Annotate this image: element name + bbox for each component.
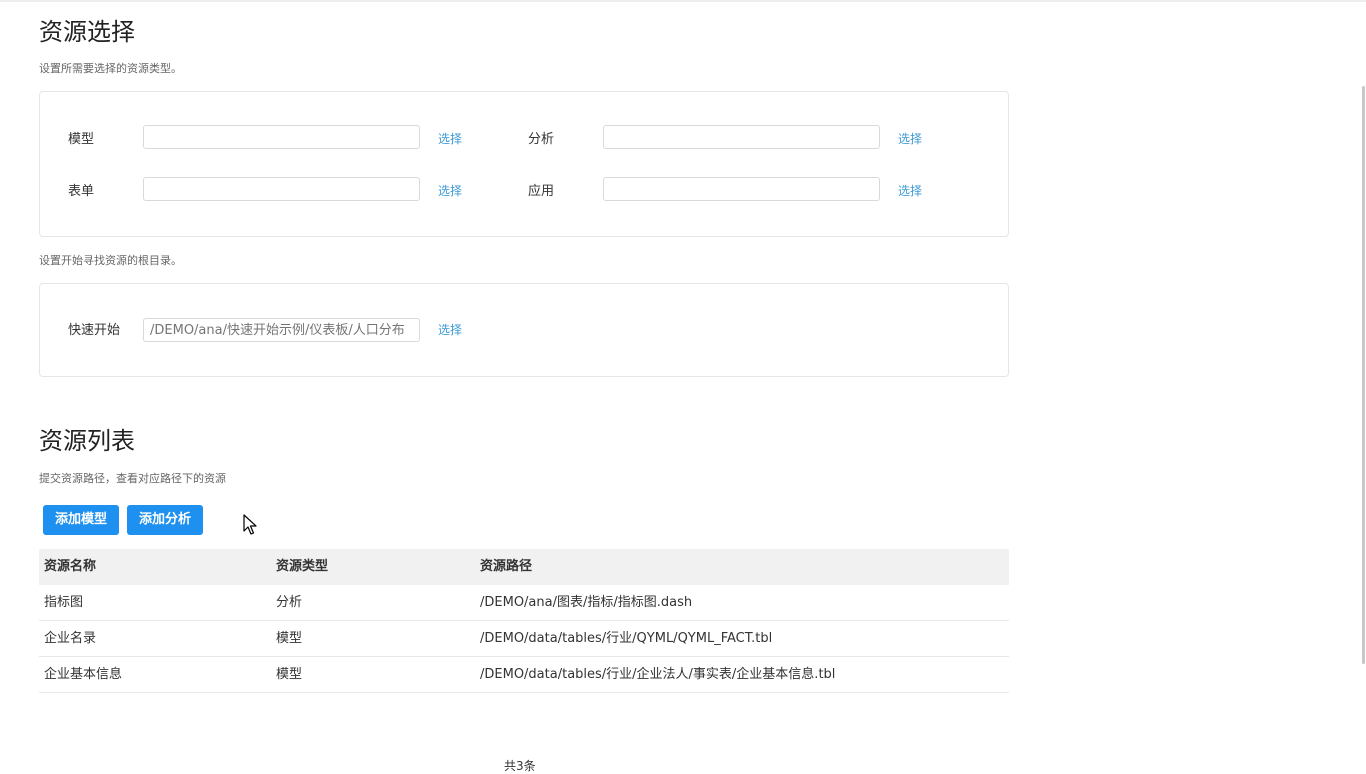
analysis-input[interactable] bbox=[603, 125, 880, 149]
cell-resource-name: 企业名录 bbox=[44, 631, 97, 646]
quickstart-select-link[interactable]: 选择 bbox=[438, 322, 462, 338]
analysis-select-link[interactable]: 选择 bbox=[898, 131, 922, 147]
form-input[interactable] bbox=[143, 177, 420, 201]
resource-list-desc: 提交资源路径，查看对应路径下的资源 bbox=[39, 472, 226, 485]
mouse-pointer-icon bbox=[243, 514, 257, 535]
root-dir-desc: 设置开始寻找资源的根目录。 bbox=[39, 254, 182, 267]
quickstart-label: 快速开始 bbox=[68, 323, 121, 338]
model-label: 模型 bbox=[68, 132, 95, 147]
analysis-label: 分析 bbox=[528, 132, 555, 147]
add-model-button[interactable]: 添加模型 bbox=[43, 505, 119, 535]
form-select-link[interactable]: 选择 bbox=[438, 183, 462, 199]
cell-resource-path: /DEMO/data/tables/行业/企业法人/事实表/企业基本信息.tbl bbox=[480, 667, 836, 682]
cell-resource-path: /DEMO/ana/图表/指标/指标图.dash bbox=[480, 595, 693, 610]
quickstart-input[interactable] bbox=[143, 318, 420, 342]
table-row[interactable]: 企业基本信息 模型 /DEMO/data/tables/行业/企业法人/事实表/… bbox=[39, 657, 1009, 693]
pagination-total: 共3条 bbox=[504, 759, 536, 773]
resource-select-desc: 设置所需要选择的资源类型。 bbox=[39, 62, 182, 75]
column-header-path[interactable]: 资源路径 bbox=[480, 549, 532, 585]
app-label: 应用 bbox=[528, 184, 555, 199]
cell-resource-type: 模型 bbox=[276, 667, 303, 682]
cell-resource-name: 指标图 bbox=[44, 595, 84, 610]
section-title-resource-select: 资源选择 bbox=[39, 18, 135, 46]
cell-resource-path: /DEMO/data/tables/行业/QYML/QYML_FACT.tbl bbox=[480, 631, 773, 646]
resource-table: 资源名称 资源类型 资源路径 指标图 分析 /DEMO/ana/图表/指标/指标… bbox=[39, 549, 1009, 693]
cell-resource-type: 模型 bbox=[276, 631, 303, 646]
form-label: 表单 bbox=[68, 184, 95, 199]
table-row[interactable]: 指标图 分析 /DEMO/ana/图表/指标/指标图.dash bbox=[39, 585, 1009, 621]
column-header-type[interactable]: 资源类型 bbox=[276, 549, 328, 585]
resource-type-panel: 模型 选择 分析 选择 表单 选择 应用 选择 bbox=[39, 91, 1009, 237]
column-header-name[interactable]: 资源名称 bbox=[44, 549, 96, 585]
app-input[interactable] bbox=[603, 177, 880, 201]
add-analysis-button[interactable]: 添加分析 bbox=[127, 505, 203, 535]
model-input[interactable] bbox=[143, 125, 420, 149]
section-title-resource-list: 资源列表 bbox=[39, 427, 135, 455]
top-divider bbox=[0, 0, 1366, 2]
model-select-link[interactable]: 选择 bbox=[438, 131, 462, 147]
table-row[interactable]: 企业名录 模型 /DEMO/data/tables/行业/QYML/QYML_F… bbox=[39, 621, 1009, 657]
cell-resource-type: 分析 bbox=[276, 595, 303, 610]
app-select-link[interactable]: 选择 bbox=[898, 183, 922, 199]
vertical-scrollbar[interactable] bbox=[1362, 86, 1365, 664]
cell-resource-name: 企业基本信息 bbox=[44, 667, 123, 682]
root-dir-panel: 快速开始 选择 bbox=[39, 283, 1009, 377]
table-header: 资源名称 资源类型 资源路径 bbox=[39, 549, 1009, 585]
